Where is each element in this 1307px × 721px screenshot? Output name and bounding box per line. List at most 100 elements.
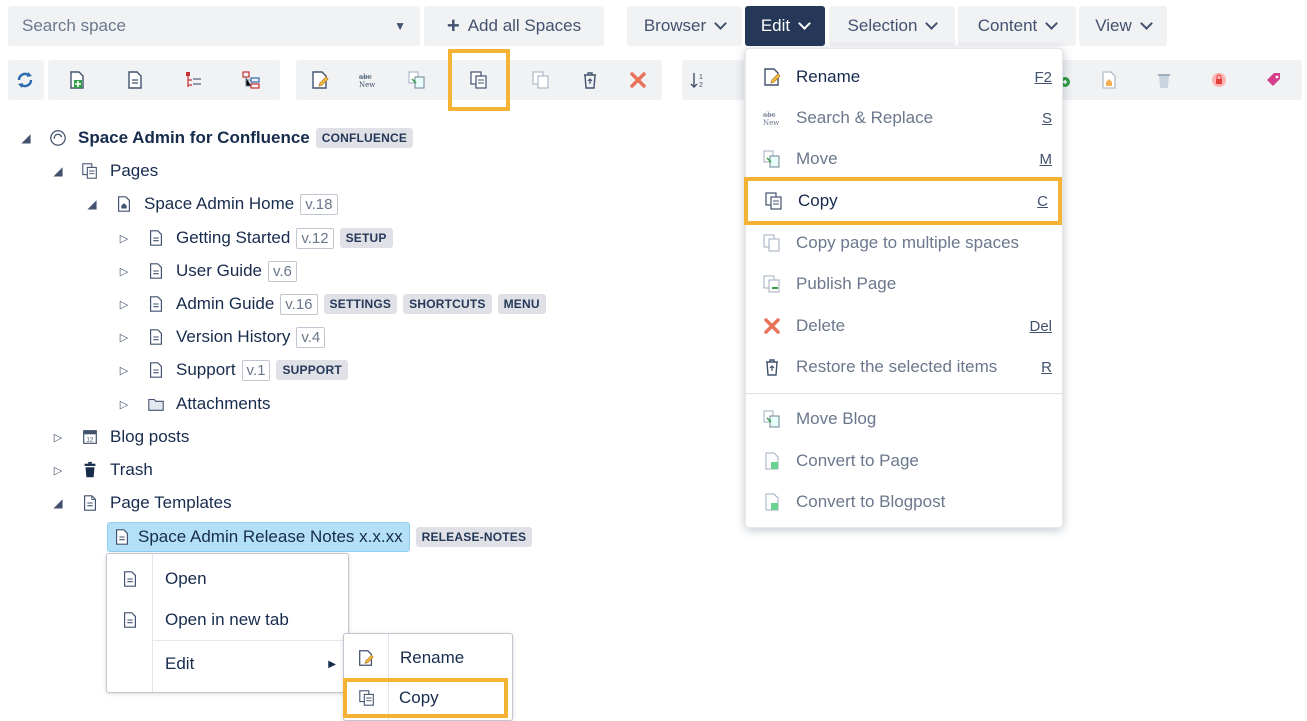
collapse-triangle-icon[interactable]: ◢ [50, 164, 66, 178]
tree-child-row[interactable]: ▷ Admin Guide v.16 SETTINGS SHORTCUTS ME… [116, 290, 546, 318]
copy-multiple-icon[interactable] [524, 63, 558, 97]
space-badge: CONFLUENCE [315, 128, 414, 148]
menu-item-move[interactable]: Move M [746, 139, 1062, 179]
home-page-icon[interactable] [1092, 63, 1126, 97]
submenu-label: Copy [399, 688, 439, 707]
menu-item-publish[interactable]: Publish Page [746, 264, 1062, 304]
search-space-input[interactable]: Search space ▼ [8, 6, 420, 46]
page-label: Getting Started [176, 228, 291, 247]
attachments-label: Attachments [176, 394, 271, 413]
edit-label: Edit [760, 16, 791, 35]
permissions-icon[interactable] [1202, 63, 1236, 97]
tree-root-row[interactable]: ◢ Space Admin for Confluence CONFLUENCE [18, 124, 414, 152]
collapse-triangle-icon[interactable]: ◢ [50, 496, 66, 510]
tree-child-row[interactable]: ▷ Support v.1 SUPPORT [116, 356, 348, 384]
expand-triangle-icon[interactable]: ▷ [116, 265, 132, 278]
collapse-triangle-icon[interactable]: ◢ [18, 131, 34, 145]
add-all-spaces-label: Add all Spaces [467, 16, 582, 35]
trash-icon [80, 460, 100, 480]
menu-item-copy-multiple[interactable]: Copy page to multiple spaces [746, 223, 1062, 263]
menu-item-copy[interactable]: Copy C [744, 177, 1062, 225]
tree-blog-row[interactable]: ▷ 12 Blog posts [50, 423, 190, 451]
tree-template-row[interactable]: Space Admin Release Notes x.x.xx RELEASE… [107, 522, 533, 552]
convert-page-icon [762, 451, 782, 471]
svg-text:1: 1 [699, 74, 703, 81]
menu-item-convert-blog[interactable]: Convert to Blogpost [746, 482, 1062, 522]
refresh-icon[interactable] [8, 63, 42, 97]
toolbar-group-right [1040, 60, 1302, 100]
context-item-edit[interactable]: Edit ▶ [107, 644, 348, 684]
tree-attachments-row[interactable]: ▷ Attachments [116, 390, 271, 418]
tree-child-row[interactable]: ▷ Getting Started v.12 SETUP [116, 224, 393, 252]
tree-pages-row[interactable]: ◢ Pages [50, 157, 158, 185]
expand-triangle-icon[interactable]: ▷ [50, 431, 66, 444]
search-replace-icon[interactable]: abc New [351, 63, 385, 97]
menu-label: Convert to Blogpost [796, 492, 946, 511]
submenu-item-copy[interactable]: Copy [343, 678, 508, 718]
context-label: Edit [165, 654, 195, 673]
expand-triangle-icon[interactable]: ▷ [116, 298, 132, 311]
delete-icon [762, 316, 782, 336]
context-item-open-new-tab[interactable]: Open in new tab [107, 600, 348, 640]
page-icon [146, 228, 166, 248]
expand-triangle-icon[interactable]: ▷ [116, 398, 132, 411]
trash-icon[interactable] [1147, 63, 1181, 97]
version-tag: v.1 [241, 359, 271, 381]
submenu-item-rename[interactable]: Rename [344, 638, 512, 678]
context-label: Open [165, 569, 207, 588]
tree-home-row[interactable]: ◢ Space Admin Home v.18 [84, 190, 338, 218]
selected-item-highlight[interactable]: Space Admin Release Notes x.x.xx [107, 522, 410, 552]
expand-triangle-icon[interactable]: ▷ [116, 232, 132, 245]
page-templates-label: Page Templates [110, 493, 232, 512]
expand-triangle-icon[interactable]: ▷ [50, 464, 66, 477]
page-label: Support [176, 360, 236, 379]
tree-trash-row[interactable]: ▷ Trash [50, 456, 153, 484]
view-menu-button[interactable]: View [1079, 6, 1167, 46]
move-icon[interactable] [400, 63, 434, 97]
context-item-open[interactable]: Open [107, 559, 348, 599]
tree-child-row[interactable]: ▷ User Guide v.6 [116, 257, 297, 285]
browser-menu-button[interactable]: Browser [627, 6, 742, 46]
content-label: Content [977, 16, 1038, 35]
edit-menu-button[interactable]: Edit [745, 6, 825, 46]
restore-trash-icon[interactable] [573, 63, 607, 97]
expand-triangle-icon[interactable]: ▷ [116, 331, 132, 344]
svg-text:New: New [763, 119, 779, 127]
label-badge: SETTINGS [323, 294, 398, 314]
rename-icon[interactable] [303, 63, 337, 97]
collapse-triangle-icon[interactable]: ◢ [84, 197, 100, 211]
dropdown-caret-icon[interactable]: ▼ [394, 19, 406, 33]
label-icon[interactable] [1257, 63, 1291, 97]
tree-child-row[interactable]: ▷ Version History v.4 [116, 323, 326, 351]
menu-label: Copy page to multiple spaces [796, 233, 1020, 252]
folder-icon [146, 394, 166, 414]
home-page-icon [114, 194, 134, 214]
hierarchy-icon[interactable] [234, 63, 268, 97]
menu-label: Rename [796, 67, 861, 86]
add-all-spaces-button[interactable]: + Add all Spaces [424, 6, 604, 46]
chevron-down-icon [798, 17, 812, 30]
tree-templates-row[interactable]: ◢ Page Templates [50, 489, 232, 517]
menu-item-convert-page[interactable]: Convert to Page [746, 441, 1062, 481]
svg-text:New: New [359, 81, 375, 89]
menu-label: Convert to Page [796, 451, 919, 470]
copy-icon[interactable] [447, 49, 510, 111]
page-icon [146, 327, 166, 347]
tree-structure-icon[interactable] [176, 63, 210, 97]
content-menu-button[interactable]: Content [958, 6, 1076, 46]
menu-item-delete[interactable]: Delete Del [746, 306, 1062, 346]
svg-text:abc: abc [763, 111, 776, 119]
selection-menu-button[interactable]: Selection [829, 6, 955, 46]
add-page-icon[interactable] [60, 63, 94, 97]
expand-triangle-icon[interactable]: ▷ [116, 364, 132, 377]
menu-item-move-blog[interactable]: Move Blog [746, 399, 1062, 439]
add-blog-icon[interactable] [118, 63, 152, 97]
pages-icon [80, 161, 100, 181]
menu-item-restore[interactable]: Restore the selected items R [746, 347, 1062, 387]
menu-item-rename[interactable]: Rename F2 [746, 57, 1062, 97]
delete-icon[interactable] [621, 63, 655, 97]
template-icon [80, 493, 100, 513]
menu-item-search-replace[interactable]: abc New Search & Replace S [746, 98, 1062, 138]
sort-icon[interactable]: 12 [682, 63, 716, 97]
context-label: Open in new tab [165, 610, 289, 629]
